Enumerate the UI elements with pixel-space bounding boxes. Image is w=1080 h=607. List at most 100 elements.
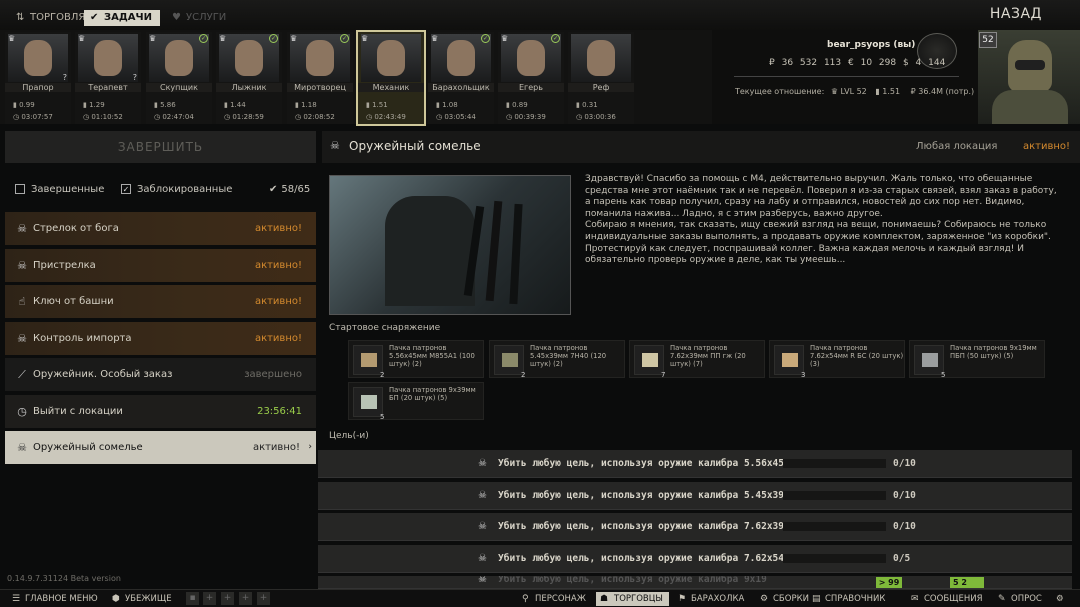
tab-label: ТОРГОВЛЯ [30,12,86,23]
skull-icon: ☠ [478,458,487,469]
filter-locked[interactable]: ✓ Заблокированные [121,184,232,195]
check-circle-icon: ✓ [551,34,560,43]
trader-face [165,40,193,76]
standing-icon: ▮ [875,87,880,96]
trader-timer: ◷ 01:10:52 [83,113,123,121]
trader-name: Барахольщик [428,83,494,92]
item-name: Пачка патронов 9x39мм БП (20 штук) (5) [389,386,476,403]
finish-button[interactable]: ЗАВЕРШИТЬ [5,131,316,163]
quest-row[interactable]: ☠ Стрелок от бога активно! [5,212,316,245]
nav-main-menu[interactable]: ☰ ГЛАВНОЕ МЕНЮ [12,593,98,605]
tab-trading[interactable]: ⇅ ТОРГОВЛЯ [10,10,93,26]
settings-icon[interactable]: ⚙ [1056,593,1064,605]
check-circle-icon: ✔ [90,12,99,23]
trader-name: Егерь [498,83,564,92]
trader-standing-value: 1.18 [301,101,317,109]
relation-label: Текущее отношение: [735,87,825,96]
nav-label: УБЕЖИЩЕ [125,594,172,604]
character-icon: ⚲ [522,594,529,604]
quest-row[interactable]: ☠ Контроль импорта активно! [5,321,316,355]
notification-badge: 5 2 [950,577,984,588]
trader-face [587,40,615,76]
trader-card[interactable]: ♛ ✓ Егерь ▮ 0.89 ◷ 00:39:39 [498,32,564,124]
ammo-pack-icon [782,353,798,367]
objective-text: Убить любую цель, используя оружие калиб… [498,576,767,585]
gear-item[interactable]: 7 Пачка патронов 7.62x39мм ПП гж (20 штук… [629,340,765,379]
ammo-pack-icon [502,353,518,367]
quick-slot[interactable]: + [203,592,216,605]
quest-row[interactable]: ☠ Пристрелка активно! [5,248,316,282]
tab-tasks[interactable]: ✔ ЗАДАЧИ [84,10,160,26]
quest-title: Оружейный сомелье [349,139,481,153]
trader-name: Лыжник [216,83,282,92]
nav-handbook[interactable]: ▤ СПРАВОЧНИК [812,593,885,605]
trader-timer: ◷ 02:43:49 [366,113,406,121]
quest-row[interactable]: ⟋ Оружейник. Особый заказ завершено [5,358,316,391]
gear-item[interactable]: 2 Пачка патронов 5.56x45мм M855A1 (100 шт… [348,340,484,379]
trader-card[interactable]: ♛? Прапор ▮ 0.99 ◷ 03:07:57 [5,32,71,124]
quick-slot[interactable]: ▪ [186,592,199,605]
trader-card[interactable]: Реф ▮ 0.31 ◷ 03:00:36 [568,32,634,124]
trade-icon: ⇅ [16,12,25,23]
quest-row[interactable]: ☠ Оружейный сомелье активно! › [5,431,316,464]
trader-standing: ▮ 1.08 [436,101,458,109]
nav-messages[interactable]: ✉ СООБЩЕНИЯ [911,593,982,605]
trader-standing-value: 0.89 [512,101,528,109]
quick-slot[interactable]: + [239,592,252,605]
nav-label: СБОРКИ [773,594,809,604]
trader-standing-value: 1.29 [89,101,105,109]
trader-card[interactable]: ♛? Терапевт ▮ 1.29 ◷ 01:10:52 [75,32,141,124]
gear-item[interactable]: 5 Пачка патронов 9x39мм БП (20 штук) (5) [348,382,484,421]
quest-row[interactable]: ☝ Ключ от башни активно! [5,285,316,318]
trader-timer: ◷ 03:07:57 [13,113,53,121]
nav-label: ТОРГОВЦЫ [614,594,663,604]
trader-standing-value: 1.44 [230,101,246,109]
gear-item[interactable]: 2 Пачка патронов 5.45x39мм 7Н40 (120 штук… [489,340,625,379]
trader-timer-value: 03:00:36 [584,113,616,121]
quest-row[interactable]: ◷ Выйти с локации 23:56:41 [5,394,316,428]
trader-card[interactable]: ♛ ✓ Миротворец ▮ 1.18 ◷ 02:08:52 [287,32,353,124]
back-button[interactable]: НАЗАД [990,6,1042,22]
nav-traders[interactable]: ☗ ТОРГОВЦЫ [596,592,669,606]
image-figure [385,196,475,306]
objective-progress-bar [783,522,886,531]
quest-row-status: активно! [254,259,302,271]
top-tab-bar: ⇅ ТОРГОВЛЯ ✔ ЗАДАЧИ ♥ УСЛУГИ НАЗАД [0,0,1080,30]
nav-hideout[interactable]: ⬢ УБЕЖИЩЕ [112,593,172,605]
item-name: Пачка патронов 7.62x39мм ПП гж (20 штук)… [670,344,746,369]
trader-card[interactable]: ♛ ✓ Скупщик ▮ 5.86 ◷ 02:47:04 [146,32,212,124]
crown-icon: ♛ [431,34,439,43]
quick-slot[interactable]: + [221,592,234,605]
gear-item[interactable]: 5 Пачка патронов 9x19мм ПБП (50 штук) (5) [909,340,1045,379]
trader-timer-value: 01:28:59 [232,113,264,121]
filter-label: Заблокированные [137,184,233,195]
item-count: 5 [941,371,946,379]
check-circle-icon: ✔ [269,184,278,195]
nav-label: ГЛАВНОЕ МЕНЮ [25,594,98,604]
nav-character[interactable]: ⚲ ПЕРСОНАЖ [522,593,586,605]
trader-standing: ▮ 0.89 [506,101,528,109]
quick-slot[interactable]: + [257,592,270,605]
trader-name: Терапевт [75,83,141,92]
trader-face [517,40,545,76]
image-rifle [509,203,523,305]
trader-card[interactable]: ♛ ✓ Лыжник ▮ 1.44 ◷ 01:28:59 [216,32,282,124]
trader-face [235,40,263,76]
nav-builds[interactable]: ⚙ СБОРКИ [760,593,809,605]
trader-standing: ▮ 1.29 [83,101,105,109]
nav-survey[interactable]: ✎ ОПРОС [998,593,1042,605]
filter-completed[interactable]: Завершенные [15,184,104,195]
trader-card[interactable]: ♛ Механик ▮ 1.51 ◷ 02:43:49 [356,30,426,126]
objective-row: ☠ Убить любую цель, используя оружие кали… [318,544,1072,573]
handbook-icon: ▤ [812,594,821,604]
trader-name: Прапор [5,83,71,92]
quest-image [329,175,571,315]
trader-face [447,40,475,76]
quest-location: Любая локация [916,141,998,152]
relation-spent: ₽ 36.4M (потр.) [910,87,975,96]
heart-icon: ♥ [172,12,181,23]
nav-flea-market[interactable]: ⚑ БАРАХОЛКА [678,593,744,605]
gear-item[interactable]: 3 Пачка патронов 7.62x54мм R БС (20 штук)… [769,340,905,379]
trader-card[interactable]: ♛ ✓ Барахольщик ▮ 1.08 ◷ 03:05:44 [428,32,494,124]
tab-services[interactable]: ♥ УСЛУГИ [166,10,234,26]
